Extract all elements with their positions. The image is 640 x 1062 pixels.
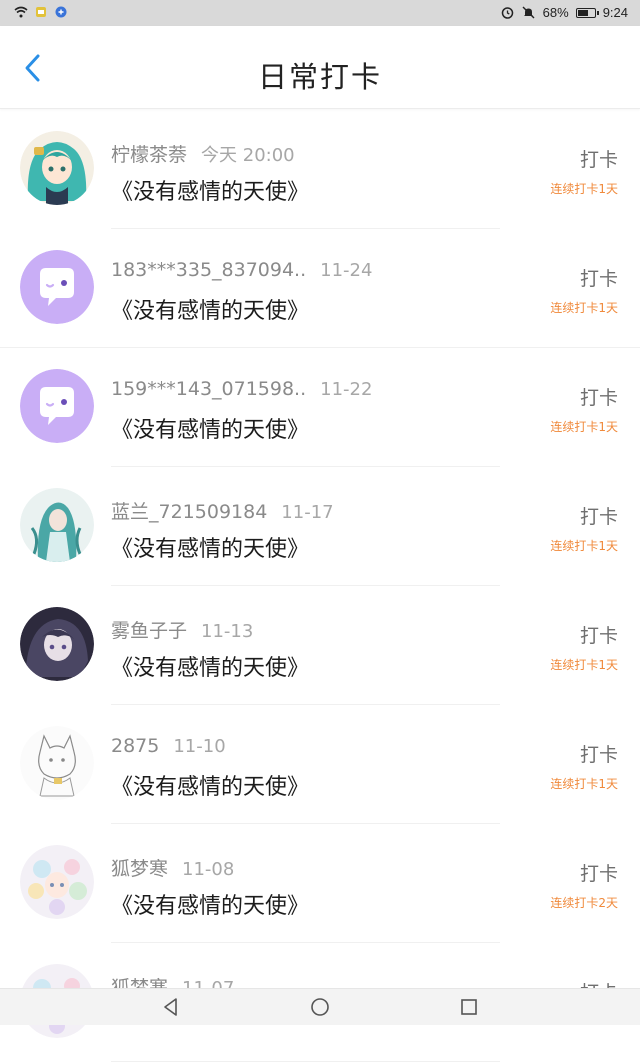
- square-recents-icon: [461, 999, 477, 1015]
- list-item[interactable]: 2875 11-10 《没有感情的天使》 打卡连续打卡1天: [0, 705, 640, 824]
- status-time: 9:24: [602, 5, 628, 20]
- system-nav-bar: [0, 988, 640, 1025]
- user-name-text: 雾鱼子子: [111, 620, 188, 642]
- top-app-bar: 日常打卡: [0, 26, 640, 109]
- streak-label: 连续打卡1天: [550, 182, 618, 196]
- checkin-date: 11-13: [201, 621, 254, 642]
- checkin-date: 11-17: [281, 502, 334, 523]
- checkin-button[interactable]: 打卡: [580, 502, 618, 529]
- checkin-date: 11-08: [182, 859, 235, 880]
- streak-label: 连续打卡1天: [550, 777, 618, 791]
- user-name[interactable]: 183***335_837094.. 11-24: [111, 259, 372, 281]
- list-item[interactable]: 蓝兰_721509184 11-17 《没有感情的天使》 打卡连续打卡1天: [0, 467, 640, 586]
- triangle-back-icon: [164, 998, 177, 1016]
- book-title: 《没有感情的天使》: [111, 418, 310, 443]
- book-title: 《没有感情的天使》: [111, 299, 310, 324]
- mute-icon: [522, 6, 536, 20]
- user-name[interactable]: 柠檬茶萘 今天 20:00: [111, 140, 295, 167]
- user-name[interactable]: 狐梦寒 11-08: [111, 854, 234, 881]
- battery-level-fill: [577, 9, 588, 16]
- checkin-date: 11-22: [320, 379, 373, 400]
- checkin-button[interactable]: 打卡: [580, 621, 618, 648]
- user-name[interactable]: 159***143_071598.. 11-22: [111, 378, 372, 400]
- user-name-text: 狐梦寒: [111, 858, 169, 880]
- nav-back-button[interactable]: [160, 996, 182, 1018]
- user-name-text: 159***143_071598..: [111, 378, 307, 400]
- checkin-button[interactable]: 打卡: [580, 859, 618, 886]
- battery-icon: [575, 7, 599, 18]
- book-title: 《没有感情的天使》: [111, 656, 310, 681]
- checkin-button[interactable]: 打卡: [580, 145, 618, 172]
- status-left: [14, 5, 68, 19]
- user-name-text: 柠檬茶萘: [111, 144, 188, 166]
- checkin-date: 11-24: [320, 260, 373, 281]
- checkin-list: 柠檬茶萘 今天 20:00 《没有感情的天使》 打卡 连续打卡1天 183***335_8…: [0, 110, 640, 1062]
- streak-label: 连续打卡1天: [550, 658, 618, 672]
- streak-label: 连续打卡2天: [550, 896, 618, 910]
- list-item[interactable]: 159***143_071598.. 11-22 《没有感情的天使》 打卡连续打卡1天: [0, 348, 640, 467]
- book-title: 《没有感情的天使》: [111, 537, 310, 562]
- avatar[interactable]: [20, 250, 94, 324]
- avatar[interactable]: [20, 131, 94, 205]
- streak-label: 连续打卡1天: [550, 539, 618, 553]
- app-badge-icon: [54, 5, 68, 19]
- alarm-icon: [501, 6, 515, 20]
- nav-home-button[interactable]: [309, 996, 331, 1018]
- checkin-button[interactable]: 打卡: [580, 740, 618, 767]
- user-name[interactable]: 蓝兰_721509184 11-17: [111, 497, 334, 524]
- app-notification-icon: [34, 5, 48, 19]
- checkin-button[interactable]: 打卡: [580, 264, 618, 291]
- user-name[interactable]: 雾鱼子子 11-13: [111, 616, 253, 643]
- avatar[interactable]: [20, 369, 94, 443]
- status-right: 68% 9:24: [501, 5, 628, 20]
- checkin-date: 11-10: [173, 736, 226, 757]
- list-item[interactable]: 雾鱼子子 11-13 《没有感情的天使》 打卡连续打卡1天: [0, 586, 640, 705]
- avatar[interactable]: [20, 488, 94, 562]
- nav-recents-button[interactable]: [458, 996, 480, 1018]
- streak-label: 连续打卡1天: [550, 301, 618, 315]
- user-name-text: 蓝兰_721509184: [111, 501, 268, 523]
- battery-percent: 68%: [542, 5, 569, 20]
- avatar[interactable]: [20, 607, 94, 681]
- book-title: 《没有感情的天使》: [111, 180, 310, 205]
- circle-home-icon: [311, 998, 329, 1016]
- wifi-icon: [14, 5, 28, 19]
- avatar[interactable]: [20, 845, 94, 919]
- checkin-date: 今天 20:00: [201, 145, 295, 166]
- user-name-text: 2875: [111, 735, 160, 757]
- page-title: 日常打卡: [257, 60, 382, 94]
- checkin-button[interactable]: 打卡: [580, 383, 618, 410]
- status-bar: 68% 9:24: [0, 0, 640, 26]
- user-name[interactable]: 2875 11-10: [111, 735, 226, 757]
- list-item[interactable]: 柠檬茶萘 今天 20:00 《没有感情的天使》 打卡连续打卡1天: [0, 110, 640, 229]
- list-item[interactable]: 183***335_837094.. 11-24 《没有感情的天使》 打卡连续打卡1天: [0, 229, 640, 348]
- list-item[interactable]: 狐梦寒 11-08 《没有感情的天使》 打卡连续打卡2天: [0, 824, 640, 943]
- book-title: 《没有感情的天使》: [111, 775, 310, 800]
- book-title: 《没有感情的天使》: [111, 894, 310, 919]
- streak-label: 连续打卡1天: [550, 420, 618, 434]
- avatar[interactable]: [20, 726, 94, 800]
- user-name-text: 183***335_837094..: [111, 259, 307, 281]
